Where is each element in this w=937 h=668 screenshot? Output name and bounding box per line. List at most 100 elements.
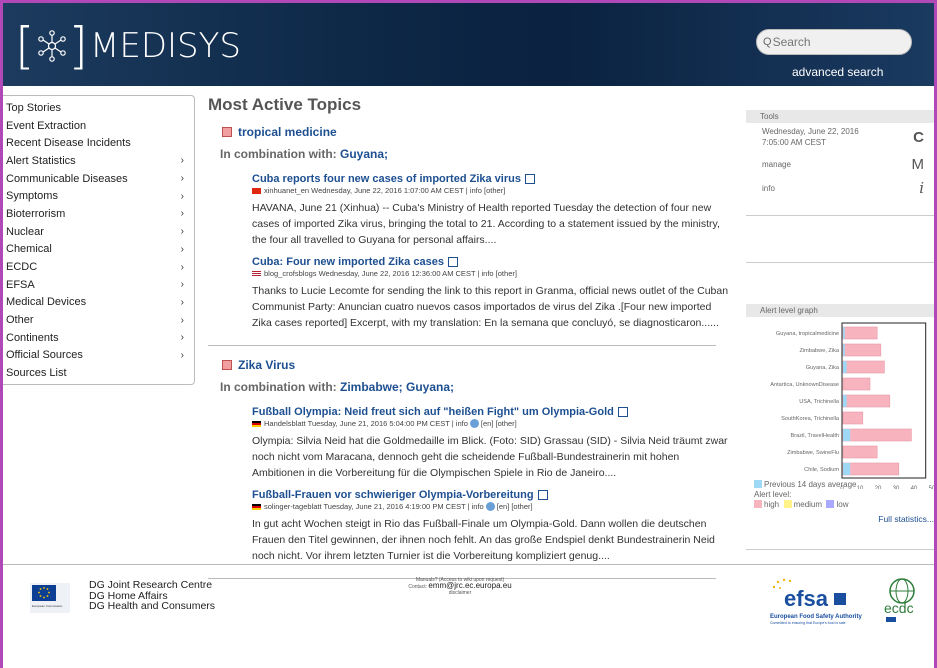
article-meta-links[interactable]: [en] [other] <box>497 502 533 511</box>
footer-divider <box>3 564 934 565</box>
article-title: Cuba reports four new cases of imported … <box>252 173 730 185</box>
chart-bar-high <box>842 343 882 357</box>
article-meta: solinger-tageblatt Tuesday, June 21, 201… <box>252 502 730 511</box>
combination-line: In combination with: Guyana; <box>220 147 728 161</box>
article-title-link[interactable]: Cuba reports four new cases of imported … <box>252 173 521 185</box>
combination-value[interactable]: Guyana; <box>340 147 388 161</box>
combination-label: In combination with: <box>220 380 337 394</box>
topic-link[interactable]: Zika Virus <box>238 358 295 372</box>
external-link-icon[interactable] <box>537 490 548 500</box>
nav-item-label: Other <box>6 314 34 327</box>
nav-item[interactable]: Sources List <box>3 364 194 382</box>
tools-date: Wednesday, June 22, 2016 <box>762 127 859 136</box>
topic-block: Zika Virus In combination with: Zimbabwe… <box>208 358 728 579</box>
nav-item-label: Bioterrorism <box>6 207 66 220</box>
chevron-right-icon: › <box>180 332 184 344</box>
chevron-right-icon: › <box>180 349 184 361</box>
topic-header: Zika Virus <box>222 358 728 372</box>
chevron-right-icon: › <box>180 190 184 202</box>
disclaimer-link[interactable]: disclaimer <box>380 590 540 596</box>
alert-level-panel: Alert level graph Guyana, tropicalmedici… <box>746 304 934 550</box>
translate-icon[interactable] <box>485 502 495 511</box>
efsa-logo[interactable]: efsa European Food Safety Authority Comm… <box>768 576 878 626</box>
full-statistics-link[interactable]: Full statistics... <box>878 514 934 524</box>
medisys-logo[interactable]: [ ] MEDISYS <box>15 19 241 73</box>
alert-level-square <box>222 360 232 370</box>
topic-link[interactable]: tropical medicine <box>238 125 337 139</box>
article-meta-links[interactable]: [en] [other] <box>481 419 517 428</box>
chevron-right-icon: › <box>180 279 184 291</box>
info-link[interactable]: info <box>762 184 775 193</box>
org-line: DG Health and Consumers <box>89 600 216 612</box>
chart-legend: Previous 14 days average Alert level: hi… <box>754 480 857 510</box>
external-link-icon[interactable] <box>617 407 628 417</box>
article: Cuba: Four new imported Zika cases blog_… <box>252 256 730 331</box>
chevron-right-icon: › <box>180 314 184 326</box>
nav-item[interactable]: Other › <box>3 311 194 329</box>
chart-bar-previous <box>843 361 847 373</box>
legend-previous-swatch <box>754 480 762 488</box>
tools-time: 7:05:00 AM CEST <box>762 138 827 147</box>
alert-level-square <box>222 127 232 137</box>
nav-item-label: ECDC <box>6 261 38 274</box>
org-line: DG Joint Research Centre <box>89 579 213 591</box>
nav-item[interactable]: Continents › <box>3 329 194 347</box>
nav-item[interactable]: EFSA › <box>3 276 194 294</box>
nav-item[interactable]: Top Stories <box>3 99 194 117</box>
nav-item[interactable]: Chemical › <box>3 241 194 259</box>
advanced-search-link[interactable]: advanced search <box>792 65 883 79</box>
logo-left-bracket: [ <box>15 17 35 75</box>
chart-bar-high <box>842 377 871 391</box>
chart-x-tick-label: 50 <box>929 486 934 489</box>
article-title-link[interactable]: Fußball-Frauen vor schwieriger Olympia-V… <box>252 489 534 501</box>
european-commission-logo[interactable]: European Commission <box>30 583 70 613</box>
chart-category-label: USA, Trichinella <box>799 399 840 405</box>
chart-category-label: SouthKorea, Trichinella <box>781 416 840 422</box>
tools-info-row[interactable]: info i <box>746 179 934 197</box>
page-title: Most Active Topics <box>208 95 362 114</box>
logo-text: MEDISYS <box>90 26 241 66</box>
footer-org-list: DG Joint Research Centre DG Home Affairs… <box>89 580 215 612</box>
nav-item[interactable]: Event Extraction <box>3 117 194 135</box>
article-meta-text: xinhuanet_en Wednesday, June 22, 2016 1:… <box>264 186 506 195</box>
article-meta-text: solinger-tageblatt Tuesday, June 21, 201… <box>264 502 484 511</box>
search-input[interactable] <box>772 35 903 49</box>
chart-category-label: Zimbabwe, Zika <box>800 348 840 354</box>
alert-level-title: Alert level graph <box>746 304 934 317</box>
combination-value[interactable]: Zimbabwe; Guyana; <box>340 380 454 394</box>
manage-link[interactable]: manage <box>762 160 791 169</box>
nav-item[interactable]: Alert Statistics › <box>3 152 194 170</box>
article-title-link[interactable]: Cuba: Four new imported Zika cases <box>252 256 444 268</box>
panel-separator <box>746 262 934 263</box>
chart-bar-high <box>842 326 878 340</box>
chart-bar-previous <box>843 463 851 475</box>
ecdc-logo[interactable]: ecdc <box>878 575 932 625</box>
nav-item[interactable]: Medical Devices › <box>3 294 194 312</box>
translate-icon[interactable] <box>469 419 479 428</box>
nav-item[interactable]: Symptoms › <box>3 187 194 205</box>
info-icon[interactable]: i <box>919 179 924 197</box>
external-link-icon[interactable] <box>524 174 535 184</box>
gmail-icon[interactable]: M <box>912 156 925 173</box>
contact-email-link[interactable]: emm@jrc.ec.europa.eu <box>428 581 511 590</box>
search-box[interactable]: Q <box>756 29 912 55</box>
tools-manage-row[interactable]: manage M <box>746 156 934 173</box>
chart-category-label: Zimbabwe, SwineFlu <box>787 450 839 456</box>
nav-item[interactable]: ECDC › <box>3 258 194 276</box>
legend-high-swatch <box>754 500 762 508</box>
external-link-icon[interactable] <box>447 257 458 267</box>
refresh-icon[interactable]: C <box>913 129 924 146</box>
article-title-link[interactable]: Fußball Olympia: Neid freut sich auf "he… <box>252 406 614 418</box>
legend-medium-swatch <box>783 500 792 508</box>
nav-item[interactable]: Nuclear › <box>3 223 194 241</box>
article-body: HAVANA, June 21 (Xinhua) -- Cuba's Minis… <box>252 202 720 246</box>
nav-item[interactable]: Communicable Diseases › <box>3 170 194 188</box>
chart-x-tick-label: 30 <box>893 486 900 489</box>
ecdc-wordmark: ecdc <box>884 600 914 616</box>
nav-item[interactable]: Recent Disease Incidents <box>3 134 194 152</box>
tools-title: Tools <box>746 110 934 123</box>
nav-item-label: Alert Statistics <box>6 154 76 167</box>
nav-item[interactable]: Bioterrorism › <box>3 205 194 223</box>
article: Fußball-Frauen vor schwieriger Olympia-V… <box>252 489 730 564</box>
nav-item[interactable]: Official Sources › <box>3 347 194 365</box>
